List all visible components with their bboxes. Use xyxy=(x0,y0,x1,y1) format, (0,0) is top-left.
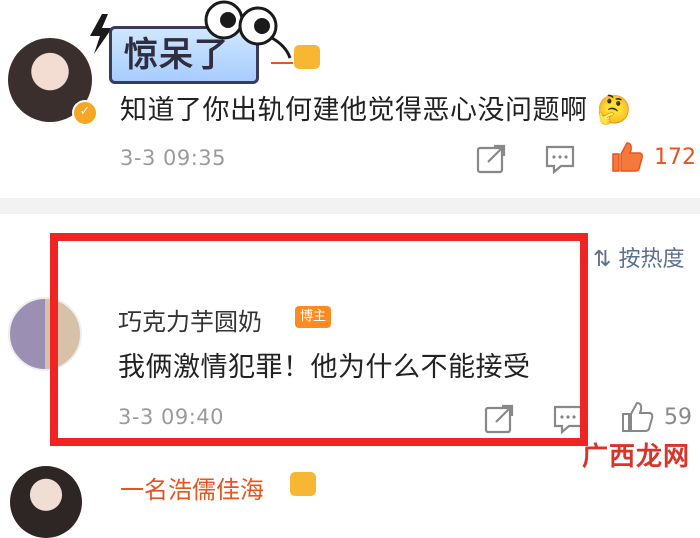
thinking-emoji-icon: 🤔 xyxy=(596,93,632,126)
watermark: 广西龙网 xyxy=(581,442,690,472)
sort-by-hot-button[interactable]: ⇅ 按热度 xyxy=(593,241,684,273)
sort-label: 按热度 xyxy=(618,247,685,272)
liked-thumb-icon[interactable] xyxy=(610,140,644,174)
highlight-frame xyxy=(50,233,588,446)
crown-badge-icon xyxy=(290,472,316,496)
commenter-avatar[interactable] xyxy=(10,466,82,538)
like-count: 172 xyxy=(654,145,696,170)
like-count: 59 xyxy=(664,405,692,430)
comment-content: 知道了你出轨何建他觉得恶心没问题啊 xyxy=(120,95,588,126)
section-divider xyxy=(0,198,700,214)
crown-badge-icon xyxy=(294,45,320,69)
username-text: 一名浩儒佳海 xyxy=(120,476,264,504)
reply-comment-icon[interactable] xyxy=(543,142,577,176)
comment-text: 知道了你出轨何建他觉得恶心没问题啊 🤔 xyxy=(120,88,632,127)
like-thumb-icon[interactable] xyxy=(620,400,654,434)
shocked-sticker: 惊呆了 xyxy=(86,0,292,92)
sort-icon: ⇅ xyxy=(593,247,612,272)
googly-eyes-icon xyxy=(204,0,292,59)
username-partial[interactable]: 一名浩儒佳海 xyxy=(120,470,264,505)
comment-time: 3-3 09:35 xyxy=(120,146,226,170)
verified-badge-icon: ✓ xyxy=(72,100,98,126)
share-icon[interactable] xyxy=(474,142,508,176)
